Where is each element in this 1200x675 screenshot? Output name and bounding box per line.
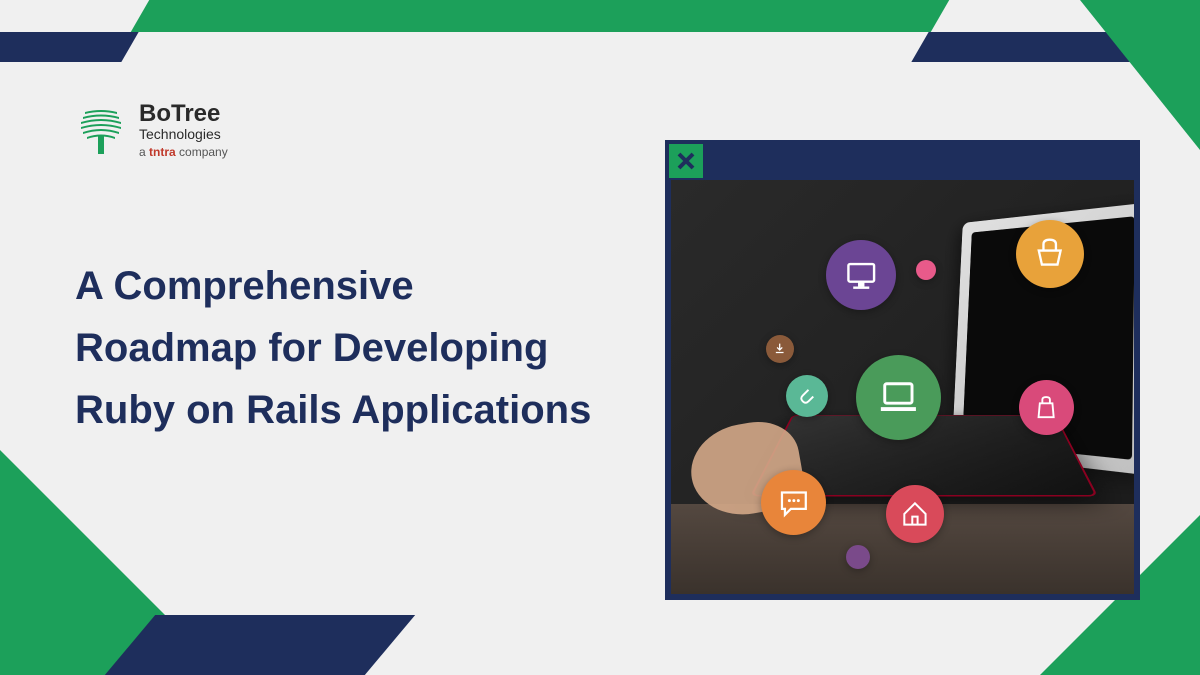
monitor-icon <box>826 240 896 310</box>
tagline-red: tntra <box>149 145 176 159</box>
tagline-suffix: company <box>176 145 228 159</box>
logo-brand: BoTree <box>139 100 228 128</box>
dot2-icon <box>846 545 870 569</box>
dot-icon <box>916 260 936 280</box>
laptop-icon <box>856 355 941 440</box>
top-green-bar <box>131 0 949 32</box>
logo-text: BoTree Technologies a tntra company <box>139 100 228 159</box>
bottom-left-navy-bar <box>105 615 415 675</box>
tree-icon <box>75 104 127 156</box>
home-icon <box>886 485 944 543</box>
top-right-triangle <box>1080 0 1200 150</box>
hero-illustration <box>671 180 1134 594</box>
tagline-prefix: a <box>139 145 149 159</box>
basket-icon <box>1016 220 1084 288</box>
image-panel <box>665 140 1140 600</box>
logo-subtext: Technologies <box>139 126 228 142</box>
clip-icon <box>786 375 828 417</box>
bag-icon <box>1019 380 1074 435</box>
logo-tagline: a tntra company <box>139 146 228 160</box>
logo: BoTree Technologies a tntra company <box>75 100 228 159</box>
close-icon <box>669 144 703 178</box>
main-title: A Comprehensive Roadmap for Developing R… <box>75 255 595 441</box>
chat-icon <box>761 470 826 535</box>
download-icon <box>766 335 794 363</box>
top-navy-left-bar <box>0 32 139 62</box>
image-panel-header <box>671 146 1134 180</box>
